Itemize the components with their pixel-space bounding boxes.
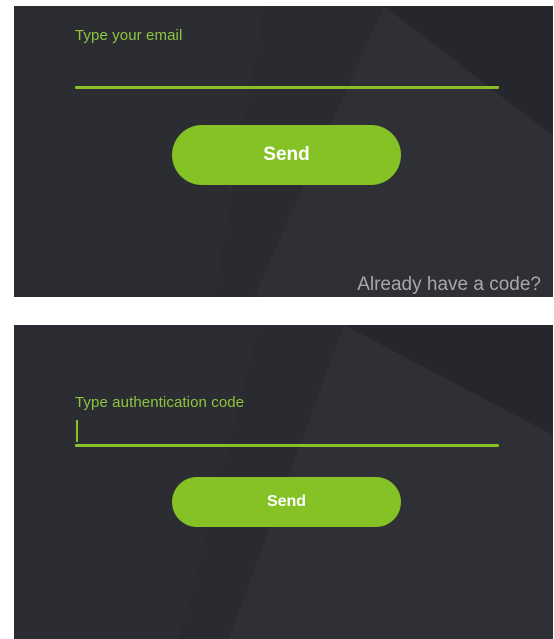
send-code-button[interactable]: Send <box>172 477 401 527</box>
text-cursor-icon <box>76 420 78 442</box>
email-field[interactable] <box>75 58 499 84</box>
already-have-code-link[interactable]: Already have a code? <box>357 274 541 296</box>
send-email-button[interactable]: Send <box>172 125 401 185</box>
auth-code-field[interactable] <box>82 417 499 443</box>
auth-code-field-underline <box>75 444 499 447</box>
email-field-label: Type your email <box>75 27 183 44</box>
auth-code-field-label: Type authentication code <box>75 394 245 411</box>
email-screen: Type your email Send Already have a code… <box>14 6 553 297</box>
email-field-underline <box>75 86 499 89</box>
code-screen: Type authentication code Send <box>14 325 553 639</box>
